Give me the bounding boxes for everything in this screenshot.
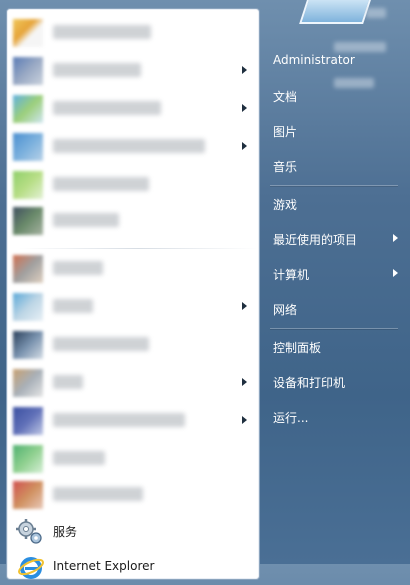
program-icon	[13, 293, 43, 321]
program-item[interactable]	[7, 167, 259, 203]
blurred-program-label	[53, 299, 93, 313]
program-icon	[13, 95, 43, 123]
program-item[interactable]	[7, 327, 259, 363]
program-item[interactable]	[7, 441, 259, 477]
program-icon	[13, 207, 43, 235]
submenu-arrow-icon	[242, 66, 247, 74]
internet-explorer-icon	[17, 553, 45, 581]
gears-icon	[15, 517, 45, 547]
program-icon	[13, 369, 43, 397]
program-item[interactable]	[7, 91, 259, 127]
right-item-run[interactable]: 运行...	[266, 401, 406, 431]
blurred-program-label	[53, 139, 205, 153]
program-item[interactable]	[7, 129, 259, 165]
program-icon	[13, 481, 43, 509]
right-item-recent-items[interactable]: 最近使用的项目	[266, 223, 406, 253]
program-icon	[13, 445, 43, 473]
network-label: 网络	[273, 303, 298, 317]
blurred-program-label	[53, 261, 103, 275]
program-icon	[13, 171, 43, 199]
right-item-games[interactable]: 游戏	[266, 188, 406, 218]
program-item[interactable]	[7, 403, 259, 439]
program-icon	[13, 57, 43, 85]
right-item-pictures[interactable]: 图片	[266, 115, 406, 145]
program-icon	[13, 407, 43, 435]
blurred-text	[366, 8, 386, 18]
documents-label: 文档	[273, 90, 298, 104]
internet-explorer-label: Internet Explorer	[53, 559, 155, 573]
games-label: 游戏	[273, 198, 298, 212]
submenu-arrow-icon	[393, 269, 398, 277]
submenu-arrow-icon	[242, 302, 247, 310]
program-item[interactable]	[7, 477, 259, 513]
submenu-arrow-icon	[242, 142, 247, 150]
blurred-program-label	[53, 413, 185, 427]
services-label: 服务	[53, 525, 78, 539]
user-picture-tile[interactable]	[299, 0, 373, 24]
program-icon	[13, 133, 43, 161]
program-icon	[13, 255, 43, 283]
right-item-music[interactable]: 音乐	[266, 150, 406, 180]
blurred-program-label	[53, 451, 105, 465]
computer-label: 计算机	[273, 268, 310, 282]
blurred-program-label	[53, 101, 161, 115]
right-item-control-panel[interactable]: 控制面板	[266, 331, 406, 361]
submenu-arrow-icon	[242, 416, 247, 424]
blurred-program-label	[53, 337, 149, 351]
right-item-computer[interactable]: 计算机	[266, 258, 406, 288]
music-label: 音乐	[273, 160, 298, 174]
program-icon	[13, 19, 43, 47]
program-icon	[13, 331, 43, 359]
blurred-program-label	[53, 487, 143, 501]
program-item[interactable]	[7, 203, 259, 239]
program-item[interactable]	[7, 53, 259, 89]
submenu-arrow-icon	[242, 378, 247, 386]
program-item[interactable]	[7, 251, 259, 287]
run-label: 运行...	[273, 411, 309, 425]
services-item[interactable]: 服务	[7, 513, 259, 549]
internet-explorer-item[interactable]: Internet Explorer	[7, 549, 259, 585]
submenu-arrow-icon	[393, 234, 398, 242]
program-item[interactable]	[7, 365, 259, 401]
program-item[interactable]	[7, 289, 259, 325]
menu-separator	[270, 328, 398, 329]
menu-separator	[270, 185, 398, 186]
right-item-administrator[interactable]: Administrator	[266, 45, 406, 75]
menu-separator	[19, 248, 257, 249]
right-item-documents[interactable]: 文档	[266, 80, 406, 110]
blurred-program-label	[53, 213, 119, 227]
pictures-label: 图片	[273, 125, 298, 139]
control-panel-label: 控制面板	[273, 341, 322, 355]
blurred-program-label	[53, 375, 83, 389]
programs-panel: 服务 Internet Explorer	[6, 8, 260, 580]
blurred-program-label	[53, 177, 149, 191]
blurred-program-label	[53, 63, 141, 77]
recent-items-label: 最近使用的项目	[273, 233, 358, 247]
program-item[interactable]	[7, 15, 259, 51]
devices-printers-label: 设备和打印机	[273, 376, 346, 390]
right-item-network[interactable]: 网络	[266, 293, 406, 323]
submenu-arrow-icon	[242, 104, 247, 112]
blurred-program-label	[53, 25, 151, 39]
administrator-label: Administrator	[273, 53, 355, 67]
right-item-devices-printers[interactable]: 设备和打印机	[266, 366, 406, 396]
